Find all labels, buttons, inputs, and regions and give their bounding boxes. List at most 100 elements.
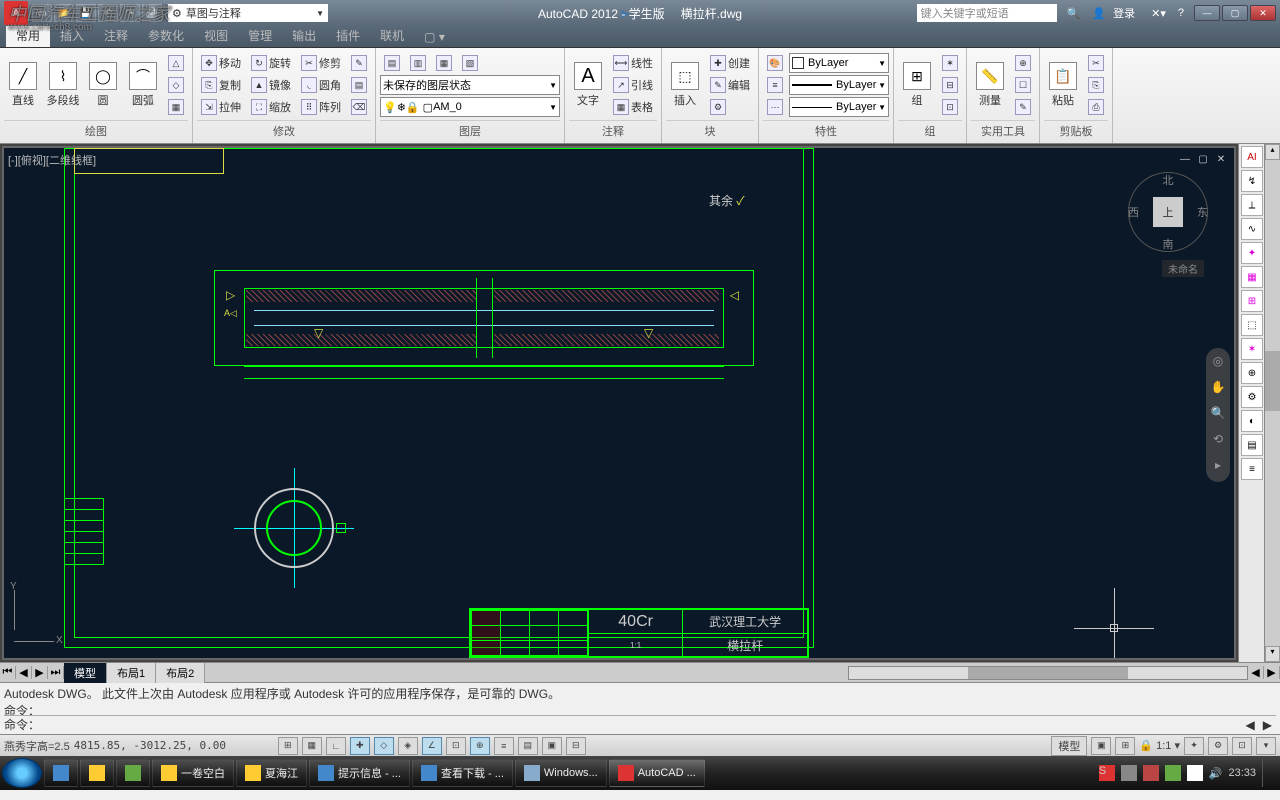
- search-icon[interactable]: 🔍: [1063, 7, 1085, 20]
- draw-ext3[interactable]: ▦: [164, 97, 188, 117]
- taskbar-item[interactable]: 查看下载 - ...: [412, 759, 513, 787]
- tab-manage[interactable]: 管理: [238, 24, 282, 47]
- paste-button[interactable]: 📋粘贴: [1044, 50, 1082, 120]
- linear-dim-button[interactable]: ⟷线性: [609, 53, 657, 73]
- model-tab[interactable]: 模型: [64, 663, 107, 683]
- polyline-button[interactable]: ⌇多段线: [44, 50, 82, 120]
- cmd-nav-left[interactable]: ◀: [1242, 718, 1259, 732]
- 3dosnap-toggle[interactable]: ◈: [398, 737, 418, 755]
- help-search-input[interactable]: 键入关键字或短语: [917, 4, 1057, 22]
- tab-annotate[interactable]: 注释: [94, 24, 138, 47]
- qp-toggle[interactable]: ▣: [542, 737, 562, 755]
- rotate-button[interactable]: ↻旋转: [247, 53, 295, 73]
- tab-home[interactable]: 常用: [6, 24, 50, 47]
- linetype-combo[interactable]: ByLayer▼: [789, 97, 889, 117]
- mirror-button[interactable]: ▲镜像: [247, 75, 295, 95]
- dyn-toggle[interactable]: ⊕: [470, 737, 490, 755]
- palette-icon[interactable]: AI: [1241, 146, 1263, 168]
- text-button[interactable]: A文字: [569, 50, 607, 120]
- leader-button[interactable]: ↗引线: [609, 75, 657, 95]
- tab-plugins[interactable]: 插件: [326, 24, 370, 47]
- tray-icon[interactable]: [1165, 765, 1181, 781]
- taskbar-item[interactable]: Windows...: [515, 759, 607, 787]
- vp-maximize-icon[interactable]: ▢: [1196, 154, 1210, 168]
- cmd-nav-right[interactable]: ▶: [1259, 718, 1276, 732]
- trim-button[interactable]: ✂修剪: [297, 53, 345, 73]
- viewcube[interactable]: 上 北 南 东 西: [1128, 172, 1208, 252]
- workspace-selector[interactable]: ⚙草图与注释▼: [168, 4, 328, 22]
- qat-undo-icon[interactable]: ↶: [98, 4, 118, 22]
- layout2-tab[interactable]: 布局2: [156, 663, 205, 683]
- qat-open-icon[interactable]: 📂: [54, 4, 74, 22]
- lwt-toggle[interactable]: ≡: [494, 737, 514, 755]
- minimize-button[interactable]: —: [1194, 5, 1220, 21]
- tray-icon[interactable]: [1143, 765, 1159, 781]
- draw-ext2[interactable]: ◇: [164, 75, 188, 95]
- viewport-label[interactable]: [-][俯视][二维线框]: [8, 152, 96, 168]
- tpy-toggle[interactable]: ▤: [518, 737, 538, 755]
- help-icon[interactable]: ?: [1174, 7, 1188, 19]
- color-combo[interactable]: ByLayer▼: [789, 53, 889, 73]
- arc-button[interactable]: ⌒圆弧: [124, 50, 162, 120]
- tab-nav-last[interactable]: ⏭: [48, 666, 64, 679]
- login-link[interactable]: 👤 登录: [1088, 5, 1143, 21]
- tab-online[interactable]: 联机: [370, 24, 414, 47]
- tab-insert[interactable]: 插入: [50, 24, 94, 47]
- qat-redo-icon[interactable]: ↷: [120, 4, 140, 22]
- wcs-label[interactable]: 未命名: [1162, 260, 1204, 277]
- osnap-toggle[interactable]: ◇: [374, 737, 394, 755]
- polar-toggle[interactable]: ✚: [350, 737, 370, 755]
- scale-button[interactable]: ⛶缩放: [247, 97, 295, 117]
- taskbar-item[interactable]: 夏海江: [236, 759, 307, 787]
- edit-block-button[interactable]: ✎编辑: [706, 75, 754, 95]
- annotation-scale[interactable]: 🔒 1:1 ▾: [1139, 739, 1180, 752]
- tab-nav-next[interactable]: ▶: [32, 666, 48, 679]
- tab-parametric[interactable]: 参数化: [138, 24, 194, 47]
- taskbar-item[interactable]: 提示信息 - ...: [309, 759, 410, 787]
- maximize-button[interactable]: ▢: [1222, 5, 1248, 21]
- otrack-toggle[interactable]: ∠: [422, 737, 442, 755]
- taskbar-item[interactable]: 一卷空白: [152, 759, 234, 787]
- nav-wheel-icon[interactable]: ◎: [1209, 354, 1227, 372]
- model-space-button[interactable]: 模型: [1051, 736, 1087, 756]
- show-desktop-button[interactable]: [1262, 759, 1270, 787]
- tray-icon[interactable]: [1121, 765, 1137, 781]
- layout1-tab[interactable]: 布局1: [107, 663, 156, 683]
- command-input[interactable]: [40, 718, 1242, 732]
- sc-toggle[interactable]: ⊟: [566, 737, 586, 755]
- qat-save-icon[interactable]: 💾: [76, 4, 96, 22]
- layer-combo[interactable]: 💡❄🔒 ▢ AM_0▼: [380, 97, 560, 117]
- layer-state-combo[interactable]: 未保存的图层状态▼: [380, 75, 560, 95]
- tab-view[interactable]: 视图: [194, 24, 238, 47]
- nav-orbit-icon[interactable]: ⟲: [1209, 432, 1227, 450]
- nav-showmotion-icon[interactable]: ▸: [1209, 458, 1227, 476]
- exchange-icon[interactable]: ✕▾: [1147, 7, 1170, 20]
- app-logo[interactable]: A: [4, 1, 28, 25]
- copy-button[interactable]: ⎘复制: [197, 75, 245, 95]
- move-button[interactable]: ✥移动: [197, 53, 245, 73]
- stretch-button[interactable]: ⇲拉伸: [197, 97, 245, 117]
- ortho-toggle[interactable]: ∟: [326, 737, 346, 755]
- nav-zoom-icon[interactable]: 🔍: [1209, 406, 1227, 424]
- table-button[interactable]: ▦表格: [609, 97, 657, 117]
- drawing-viewport[interactable]: [-][俯视][二维线框] — ▢ ✕ 上 北 南 东 西 未命名 ◎ ✋ 🔍 …: [2, 146, 1236, 660]
- clock[interactable]: 23:33: [1228, 767, 1256, 779]
- tray-speaker-icon[interactable]: 🔊: [1209, 767, 1223, 780]
- grid-toggle[interactable]: ▦: [302, 737, 322, 755]
- fillet-button[interactable]: ◟圆角: [297, 75, 345, 95]
- tab-nav-prev[interactable]: ◀: [16, 666, 32, 679]
- tab-output[interactable]: 输出: [282, 24, 326, 47]
- nav-pan-icon[interactable]: ✋: [1209, 380, 1227, 398]
- taskbar-pin2[interactable]: [80, 759, 114, 787]
- tray-icon[interactable]: [1187, 765, 1203, 781]
- create-block-button[interactable]: ✚创建: [706, 53, 754, 73]
- draw-ext1[interactable]: △: [164, 53, 188, 73]
- group-button[interactable]: ⊞组: [898, 50, 936, 120]
- lineweight-combo[interactable]: ByLayer▼: [789, 75, 889, 95]
- taskbar-pin3[interactable]: [116, 759, 150, 787]
- tab-nav-first[interactable]: ⏮: [0, 666, 16, 679]
- snap-toggle[interactable]: ⊞: [278, 737, 298, 755]
- qat-new-icon[interactable]: ▭: [32, 4, 52, 22]
- vp-close-icon[interactable]: ✕: [1214, 154, 1228, 168]
- close-button[interactable]: ✕: [1250, 5, 1276, 21]
